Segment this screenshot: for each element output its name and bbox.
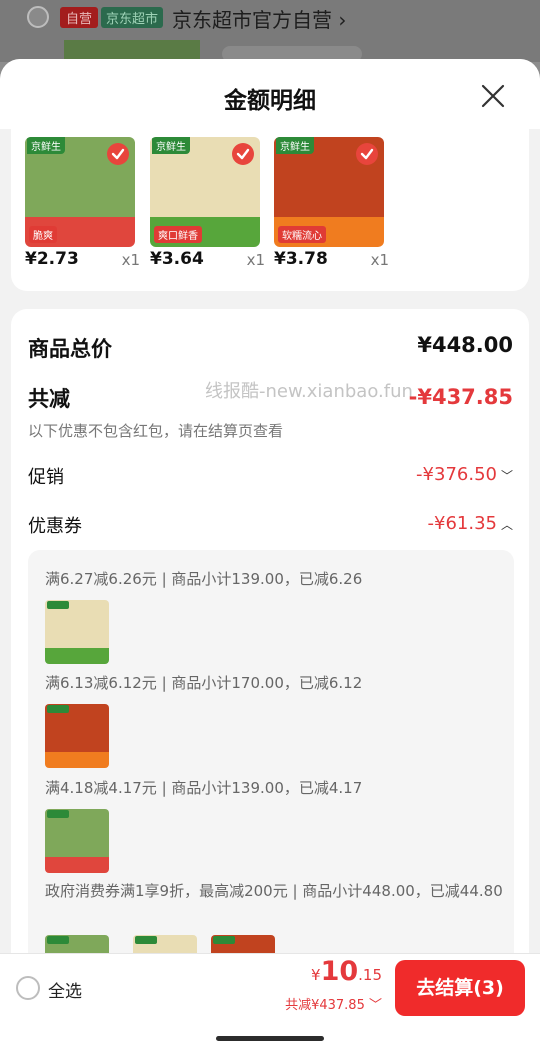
- checked-icon[interactable]: [107, 143, 129, 165]
- product-tag: 软糯流心: [278, 226, 326, 243]
- product-item[interactable]: 京鲜生 爽口鲜香 ¥3.64 x1: [150, 137, 265, 273]
- chevron-up-icon: ︿: [500, 518, 513, 532]
- currency-symbol: ¥: [311, 966, 321, 984]
- brand-badge: [135, 936, 157, 944]
- checkout-button[interactable]: 去结算(3): [395, 960, 525, 1016]
- brand-badge: 京鲜生: [152, 137, 190, 154]
- close-icon[interactable]: [478, 81, 508, 111]
- amount-detail-sheet: 金额明细 京鲜生 脆爽 ¥2.73 x1 京鲜生 爽口鲜香 ¥3.64 x1 京鲜生 软糯流心 ¥3…: [0, 59, 540, 1056]
- product-quantity: x1: [370, 251, 389, 269]
- thumb-band: [45, 648, 109, 664]
- product-thumbnail: 京鲜生 软糯流心: [274, 137, 384, 247]
- brand-badge: [47, 601, 69, 609]
- select-all-radio[interactable]: [16, 976, 40, 1000]
- coupon-line: 满6.13减6.12元 | 商品小计170.00，已减6.12: [45, 674, 363, 692]
- price-breakdown-card: 商品总价 ¥448.00 线报酷-new.xianbao.fun 共减 -¥43…: [11, 309, 529, 1020]
- checked-icon[interactable]: [356, 143, 378, 165]
- chevron-down-icon: ﹀: [500, 469, 513, 483]
- product-price: ¥2.73: [25, 249, 79, 269]
- coupon-row[interactable]: -¥61.35 ︿: [428, 513, 514, 534]
- product-tag: 爽口鲜香: [154, 226, 202, 243]
- store-select-radio[interactable]: [27, 6, 49, 28]
- supermarket-badge: 京东超市: [101, 7, 164, 28]
- total-price-value: ¥448.00: [417, 333, 513, 357]
- store-name[interactable]: 京东超市官方自营 ›: [172, 4, 346, 33]
- product-item[interactable]: 京鲜生 软糯流心 ¥3.78 x1: [274, 137, 389, 273]
- brand-badge: [47, 705, 69, 713]
- total-reduction-value: -¥437.85: [408, 385, 513, 409]
- brand-badge: 京鲜生: [276, 137, 314, 154]
- promotion-row[interactable]: -¥376.50 ﹀: [416, 464, 513, 485]
- thumb-band: [45, 857, 109, 873]
- coupon-line: 政府消费券满1享9折，最高减200元 | 商品小计448.00，已减44.80: [45, 882, 503, 900]
- select-all-label[interactable]: 全选: [48, 977, 82, 1002]
- payable-decimal: .15: [358, 966, 382, 984]
- coupon-product-thumb: [45, 809, 109, 873]
- product-item[interactable]: 京鲜生 脆爽 ¥2.73 x1: [25, 137, 140, 273]
- product-quantity: x1: [121, 251, 140, 269]
- chevron-down-icon: ﹀: [368, 998, 382, 1013]
- total-reduction-label: 共减: [28, 387, 70, 411]
- brand-badge: [47, 936, 69, 944]
- price-row: ¥3.64 x1: [150, 249, 265, 273]
- brand-badge: 京鲜生: [27, 137, 65, 154]
- price-row: ¥2.73 x1: [25, 249, 140, 273]
- coupon-product-thumb: [45, 704, 109, 768]
- coupon-value: -¥61.35: [427, 513, 497, 534]
- payable-amount: ¥10.15: [311, 956, 382, 987]
- sheet-title: 金额明细: [224, 88, 316, 114]
- payable-integer: 10: [320, 956, 359, 987]
- store-name-text: 京东超市官方自营: [172, 8, 332, 32]
- reduction-summary-text: 共减¥437.85: [285, 998, 365, 1013]
- product-thumbnail: 京鲜生 脆爽: [25, 137, 135, 247]
- price-row: ¥3.78 x1: [274, 249, 389, 273]
- coupon-line: 满6.27减6.26元 | 商品小计139.00，已减6.26: [45, 570, 363, 588]
- checked-icon[interactable]: [232, 143, 254, 165]
- home-indicator: [216, 1036, 324, 1041]
- promotion-value: -¥376.50: [416, 464, 497, 485]
- product-price: ¥3.78: [274, 249, 328, 269]
- coupon-label: 优惠券: [28, 516, 82, 537]
- thumb-band: [45, 752, 109, 768]
- self-operated-badge: 自营: [60, 7, 99, 28]
- red-packet-note: 以下优惠不包含红包，请在结算页查看: [28, 422, 284, 440]
- coupon-detail-list: 满6.27减6.26元 | 商品小计139.00，已减6.26 满6.13减6.…: [28, 550, 514, 1020]
- product-thumbnail: 京鲜生 爽口鲜香: [150, 137, 260, 247]
- brand-badge: [213, 936, 235, 944]
- checkout-bar: 全选 ¥10.15 共减¥437.85 ﹀ 去结算(3): [0, 953, 540, 1056]
- watermark: 线报酷-new.xianbao.fun: [205, 381, 413, 402]
- coupon-product-thumb: [45, 600, 109, 664]
- brand-badge: [47, 810, 69, 818]
- reduction-summary[interactable]: 共减¥437.85 ﹀: [285, 994, 382, 1013]
- product-quantity: x1: [246, 251, 265, 269]
- total-price-label: 商品总价: [28, 337, 112, 361]
- product-tag: 脆爽: [29, 226, 57, 243]
- coupon-line: 满4.18减4.17元 | 商品小计139.00，已减4.17: [45, 779, 363, 797]
- product-price: ¥3.64: [150, 249, 204, 269]
- promotion-label: 促销: [28, 467, 64, 488]
- selected-products-card: 京鲜生 脆爽 ¥2.73 x1 京鲜生 爽口鲜香 ¥3.64 x1 京鲜生 软糯流心 ¥3.78 x1: [11, 129, 529, 291]
- sheet-header: 金额明细: [0, 59, 540, 129]
- chevron-right-icon: ›: [338, 8, 347, 32]
